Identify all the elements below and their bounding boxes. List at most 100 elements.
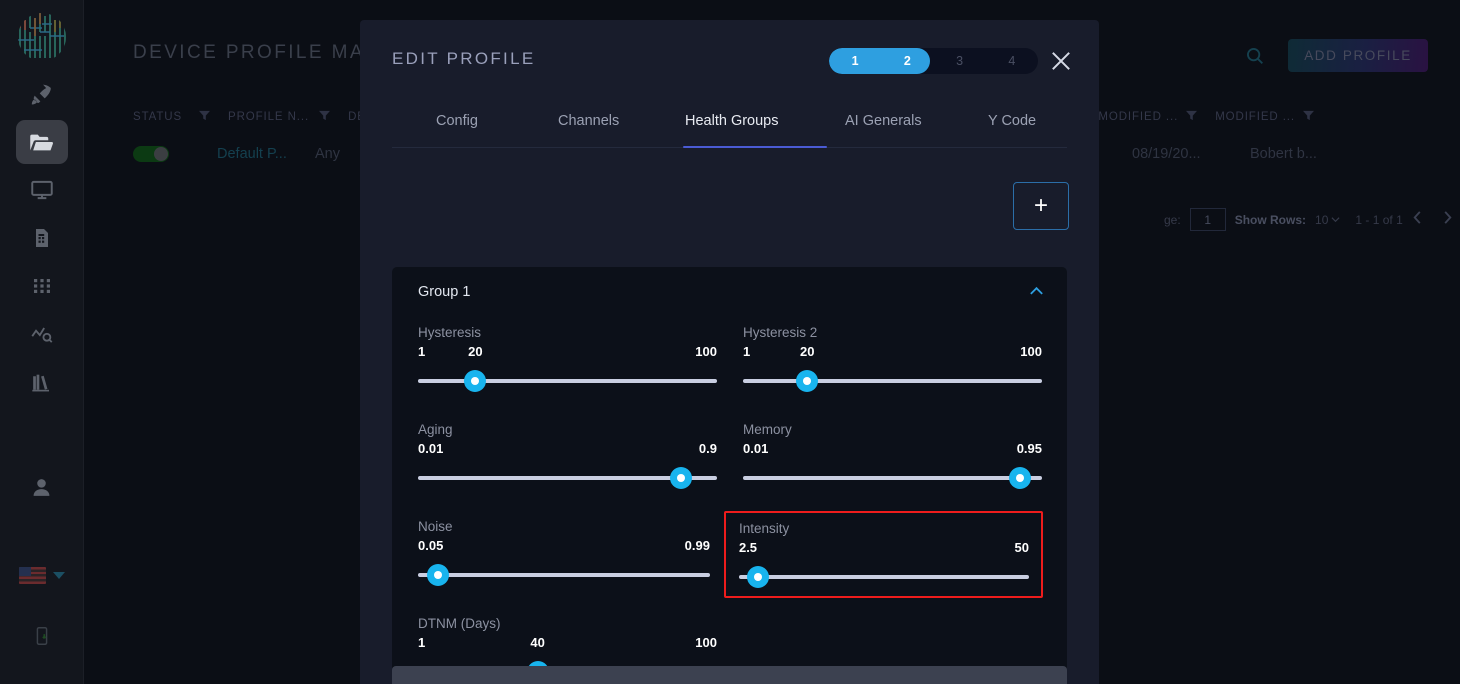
filter-icon[interactable]: [199, 108, 210, 126]
filter-icon[interactable]: [1186, 108, 1198, 126]
add-health-group-button[interactable]: +: [1013, 182, 1069, 230]
add-profile-button[interactable]: ADD PROFILE: [1288, 39, 1428, 72]
health-group-card: Group 1 Hysteresis 1 20 100 Hysteresis 2…: [392, 267, 1067, 683]
app-root: rocket profiles monitor sim-card: [0, 0, 1460, 684]
edit-profile-modal: EDIT PROFILE 1 2 3 4 Config Channels Hea…: [360, 20, 1099, 684]
slider-track-area[interactable]: [738, 566, 1029, 588]
column-header-modified-by: MODIFIED ...: [1215, 111, 1295, 123]
locale-selector[interactable]: [18, 567, 65, 584]
slider-values: 0.01 0.9: [418, 441, 717, 458]
circuit-logo-icon: [12, 6, 72, 68]
slider-aging: Aging 0.01 0.9: [418, 414, 717, 495]
page-range-text: 1 - 1 of 1: [1355, 212, 1403, 227]
sidebar-item-monitor[interactable]: monitor: [16, 168, 68, 212]
tab-ai-generals[interactable]: AI Generals: [845, 107, 922, 148]
slider-max: 0.95: [1016, 441, 1042, 456]
slider-track-area[interactable]: [418, 467, 717, 489]
slider-thumb[interactable]: [1008, 467, 1031, 489]
step-3[interactable]: 3: [934, 48, 986, 74]
slider-hysteresis: Hysteresis 1 20 100: [418, 317, 717, 398]
sidebar-item-sim-card[interactable]: sim-card: [16, 216, 68, 260]
slider-label: Memory: [743, 422, 792, 437]
slider-grid: Hysteresis 1 20 100 Hysteresis 2 1 20 10…: [418, 317, 1043, 684]
chevron-down-icon: [52, 572, 65, 579]
slider-max: 100: [695, 344, 717, 359]
tab-y-code[interactable]: Y Code: [988, 107, 1036, 148]
slider-track-area[interactable]: [418, 370, 717, 392]
slider-track: [743, 379, 1042, 383]
slider-track: [738, 575, 1029, 579]
slider-track-area[interactable]: [743, 370, 1042, 392]
cell-modified-date: 08/19/20...: [1132, 146, 1201, 162]
search-icon[interactable]: [1244, 45, 1266, 72]
cell-profile-name[interactable]: Default P...: [217, 146, 301, 162]
slider-track: [418, 573, 710, 577]
analytics-search-icon: [30, 327, 52, 343]
group-header[interactable]: Group 1: [392, 267, 1067, 317]
step-1[interactable]: 1: [829, 48, 881, 74]
slider-value: 40: [530, 635, 545, 650]
slider-min: 2.5: [738, 540, 758, 555]
slider-thumb[interactable]: [746, 566, 769, 588]
slider-row: Aging 0.01 0.9 Memory 0.01 0.95: [418, 414, 1043, 495]
slider-intensity-highlighted: Intensity 2.5 50: [723, 511, 1043, 598]
user-icon: [33, 478, 50, 496]
slider-thumb[interactable]: [464, 370, 487, 392]
slider-label: Aging: [418, 422, 453, 437]
sidebar-item-account[interactable]: [16, 465, 68, 509]
slider-noise: Noise 0.05 0.99: [418, 511, 710, 598]
slider-max: 50: [1014, 540, 1029, 555]
slider-values: 0.01 0.95: [743, 441, 1042, 458]
sidebar-item-apps[interactable]: apps: [16, 264, 68, 308]
filter-icon[interactable]: [319, 108, 331, 126]
slider-row: Noise 0.05 0.99 Intensity 2.5 50: [418, 511, 1043, 598]
slider-label: Intensity: [738, 521, 790, 536]
modal-body: + Group 1 Hysteresis 1 20 100 Hysteresis…: [360, 148, 1099, 684]
page-input[interactable]: 1: [1189, 208, 1226, 231]
rows-per-page-select[interactable]: 10: [1315, 213, 1340, 227]
modal-footer-bar: [392, 666, 1067, 684]
slider-values: 0.05 0.99: [418, 538, 710, 555]
slider-thumb[interactable]: [796, 370, 819, 392]
sidebar-item-library[interactable]: library: [16, 360, 68, 404]
slider-track: [743, 476, 1042, 480]
next-page-button[interactable]: [1442, 211, 1453, 228]
slider-value: 20: [468, 344, 483, 359]
column-header-status: STATUS: [133, 111, 183, 123]
slider-label: DTNM (Days): [418, 616, 501, 631]
slider-min: 1: [743, 344, 751, 359]
slider-thumb[interactable]: [670, 467, 693, 489]
slider-min: 1: [418, 344, 426, 359]
sidebar-item-analytics[interactable]: analytics: [16, 312, 68, 356]
pagination: ge: 1 Show Rows: 10 1 - 1 of 1: [1164, 208, 1453, 231]
slider-thumb[interactable]: [427, 564, 450, 586]
prev-page-button[interactable]: [1412, 211, 1423, 228]
chevron-up-icon[interactable]: [1028, 283, 1045, 305]
step-4[interactable]: 4: [986, 48, 1038, 74]
slider-track-area[interactable]: [418, 564, 710, 586]
slider-max: 100: [695, 635, 717, 650]
tab-health-groups[interactable]: Health Groups: [685, 107, 779, 148]
sim-card-icon: [35, 229, 48, 247]
sidebar-bottom: [16, 461, 68, 684]
slider-values: 1 20 100: [418, 344, 717, 361]
tab-config[interactable]: Config: [436, 107, 478, 148]
grid-apps-icon: [33, 279, 50, 293]
filter-icon[interactable]: [1303, 108, 1314, 126]
slider-label: Hysteresis: [418, 325, 482, 340]
sidebar-item-rocket[interactable]: rocket: [16, 72, 68, 116]
cell-device: Any: [315, 146, 340, 162]
close-icon[interactable]: [1047, 47, 1075, 75]
status-toggle[interactable]: [133, 146, 169, 162]
monitor-icon: [30, 180, 53, 200]
slider-label: Noise: [418, 519, 453, 534]
left-sidebar: rocket profiles monitor sim-card: [0, 0, 84, 684]
sidebar-item-profiles[interactable]: profiles: [15, 120, 68, 164]
slider-max: 0.9: [698, 441, 717, 456]
chevron-down-icon: [1331, 213, 1340, 227]
cell-modified-by: Bobert b...: [1250, 146, 1317, 162]
step-2[interactable]: 2: [881, 48, 933, 74]
sidebar-item-mobile[interactable]: [16, 614, 68, 658]
tab-channels[interactable]: Channels: [558, 107, 619, 148]
slider-track-area[interactable]: [743, 467, 1042, 489]
